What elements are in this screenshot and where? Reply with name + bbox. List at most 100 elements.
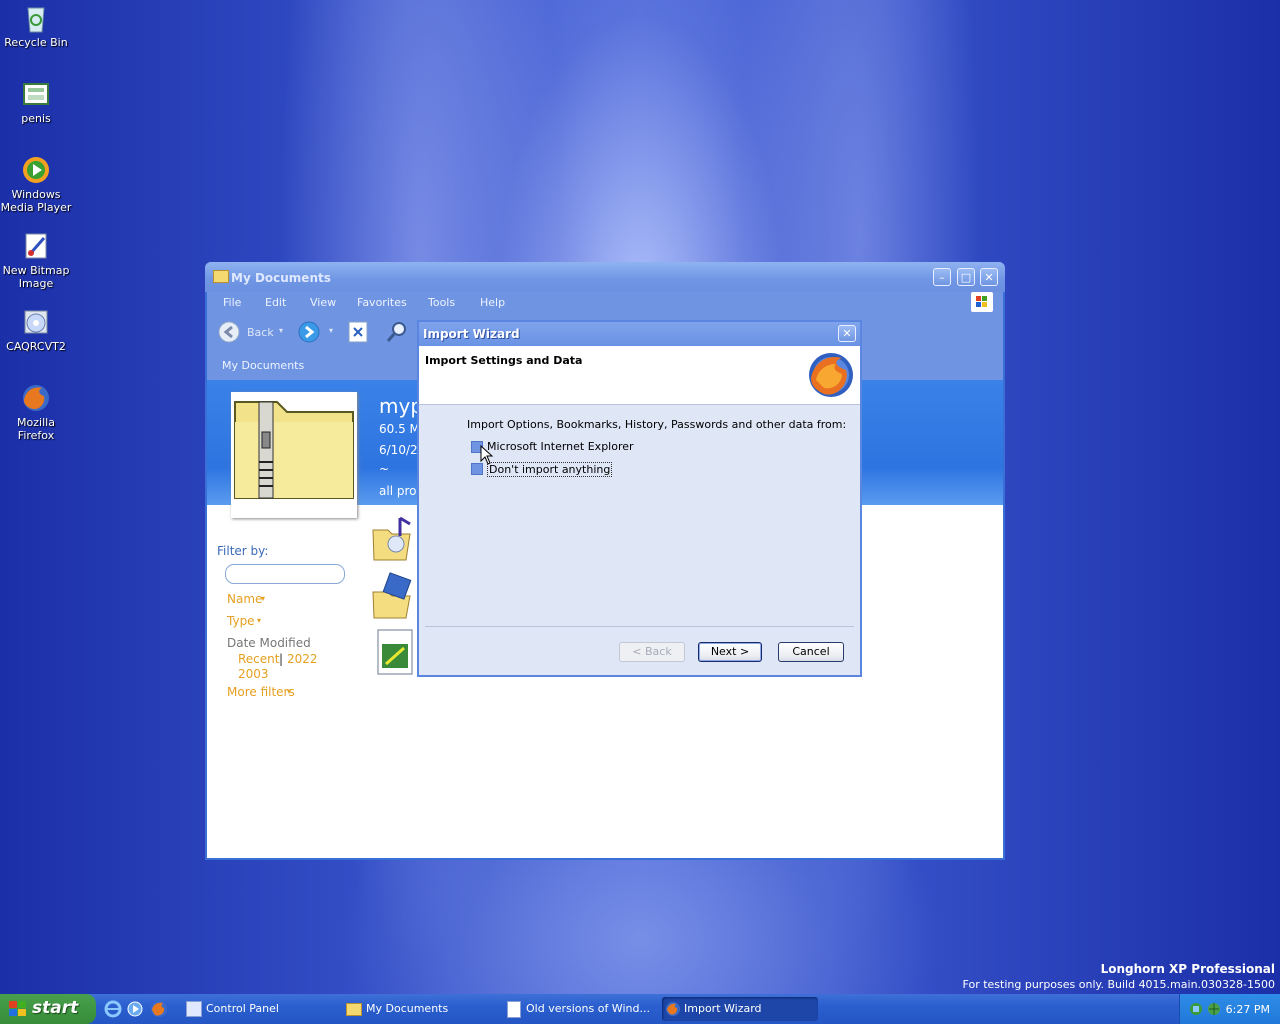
desktop-icon-caqrcvt2[interactable]: CAQRCVT2 — [0, 306, 72, 353]
chevron-down-icon: ▾ — [329, 326, 334, 335]
desktop-icon-label: New Bitmap Image — [2, 264, 70, 290]
edition-text: Longhorn XP Professional — [1100, 962, 1275, 976]
menu-tools[interactable]: Tools — [428, 296, 455, 309]
option-label: Don't import anything — [487, 462, 613, 477]
search-icon[interactable] — [385, 320, 409, 344]
globe-icon[interactable] — [1206, 1001, 1222, 1017]
filter-2022-link[interactable]: 2022 — [287, 652, 318, 666]
filter-more-link[interactable]: More filters — [227, 685, 295, 699]
selected-file-thumbnail[interactable] — [231, 392, 357, 518]
desktop-icon-penis[interactable]: penis — [0, 78, 72, 125]
minimize-button[interactable]: – — [933, 268, 951, 286]
folder-icon — [346, 1003, 362, 1016]
taskbar-item-control-panel[interactable]: Control Panel — [184, 997, 340, 1021]
taskbar-item-my-documents[interactable]: My Documents — [344, 997, 500, 1021]
filter-2003-link[interactable]: 2003 — [238, 667, 269, 681]
taskbar-item-import-wizard[interactable]: Import Wizard — [662, 997, 818, 1021]
wizard-page-title: Import Settings and Data — [425, 354, 583, 367]
desktop-icon-new-bitmap[interactable]: New Bitmap Image — [0, 230, 72, 290]
back-label: Back — [247, 326, 274, 339]
desktop-icon-label: CAQRCVT2 — [6, 340, 66, 353]
start-button[interactable]: start — [0, 994, 96, 1024]
internet-explorer-icon[interactable] — [104, 1000, 122, 1018]
desktop-icon-label: Recycle Bin — [4, 36, 68, 49]
media-player-icon — [20, 154, 52, 186]
dialog-close-button[interactable]: ✕ — [838, 325, 856, 342]
filter-separator: | — [279, 652, 284, 666]
close-button[interactable]: ✕ — [980, 268, 998, 286]
paint-icon — [20, 230, 52, 262]
maximize-button[interactable]: □ — [957, 268, 975, 286]
menu-view[interactable]: View — [310, 296, 336, 309]
task-label: My Documents — [366, 1002, 449, 1015]
wizard-body: Import Options, Bookmarks, History, Pass… — [419, 405, 860, 627]
desktop-icon-media-player[interactable]: Windows Media Player — [0, 154, 72, 214]
desktop-icon-label: penis — [21, 112, 51, 125]
build-text: For testing purposes only. Build 4015.ma… — [962, 978, 1275, 991]
import-source-prompt: Import Options, Bookmarks, History, Pass… — [467, 418, 847, 431]
menu-file[interactable]: File — [223, 296, 241, 309]
filter-recent-link[interactable]: Recent — [238, 652, 279, 666]
address-text: My Documents — [222, 359, 305, 372]
system-tray: 6:27 PM — [1179, 994, 1280, 1024]
music-folder-icon[interactable] — [370, 514, 416, 564]
desktop-icon-recycle-bin[interactable]: Recycle Bin — [0, 2, 72, 49]
windows-flag-icon — [9, 1001, 26, 1016]
wizard-header: Import Settings and Data — [419, 346, 860, 405]
firefox-icon — [20, 382, 52, 414]
dialog-title-bar[interactable]: Import Wizard ✕ — [419, 322, 860, 346]
recycle-bin-icon — [20, 2, 52, 34]
control-panel-icon — [186, 1001, 202, 1017]
selected-file-size: 60.5 M — [379, 422, 420, 436]
network-icon[interactable] — [1188, 1001, 1204, 1017]
cd-icon — [20, 306, 52, 338]
back-arrow-icon — [218, 321, 240, 343]
delete-icon[interactable] — [347, 320, 369, 344]
chevron-down-icon: ▾ — [287, 687, 292, 696]
window-title-bar[interactable]: My Documents – □ ✕ — [205, 262, 1005, 292]
filter-input[interactable] — [225, 564, 345, 584]
import-wizard-dialog[interactable]: Import Wizard ✕ Import Settings and Data… — [417, 320, 862, 677]
cancel-button[interactable]: Cancel — [778, 642, 844, 662]
firefox-icon — [666, 1002, 680, 1016]
forward-arrow-icon[interactable] — [297, 320, 321, 344]
next-button[interactable]: Next > — [698, 642, 762, 662]
window-title: My Documents — [231, 271, 331, 285]
media-player-icon[interactable] — [126, 1000, 144, 1018]
menu-bar: File Edit View Favorites Tools Help — [207, 292, 1003, 314]
selected-file-date: 6/10/2 — [379, 443, 418, 457]
menu-edit[interactable]: Edit — [265, 296, 286, 309]
back-button[interactable]: < Back — [619, 642, 685, 662]
bitmap-file-icon — [20, 78, 52, 110]
desktop-icon-firefox[interactable]: Mozilla Firefox — [0, 382, 72, 442]
desktop-icon-label: Windows Media Player — [0, 188, 72, 214]
filter-name-link[interactable]: Name — [227, 592, 262, 606]
clock: 6:27 PM — [1225, 1003, 1270, 1016]
mouse-cursor-icon — [480, 445, 494, 465]
document-icon — [507, 1001, 521, 1018]
taskbar: start Control Panel My Documents Old ver… — [0, 994, 1280, 1024]
image-file-icon[interactable] — [374, 628, 420, 678]
taskbar-item-old-versions[interactable]: Old versions of Wind... — [504, 997, 660, 1021]
dialog-title: Import Wizard — [423, 327, 520, 341]
back-button[interactable]: Back ▾ — [217, 320, 287, 344]
menu-help[interactable]: Help — [480, 296, 505, 309]
windows-logo-icon — [971, 292, 993, 312]
menu-favorites[interactable]: Favorites — [357, 296, 407, 309]
desktop: Recycle Bin penis Windows Media Player N… — [0, 0, 1280, 994]
button-separator — [425, 626, 854, 627]
filter-type-link[interactable]: Type — [227, 614, 255, 628]
firefox-icon[interactable] — [150, 1000, 168, 1018]
filter-by-label: Filter by: — [217, 544, 269, 558]
start-label: start — [32, 998, 79, 1018]
chevron-down-icon: ▾ — [279, 326, 284, 335]
chevron-down-icon: ▾ — [261, 594, 266, 603]
desktop-icon-label: Mozilla Firefox — [17, 416, 55, 442]
zip-folder-icon — [234, 401, 354, 499]
selected-file-extra: ~ — [379, 462, 390, 476]
pictures-folder-icon[interactable] — [370, 572, 416, 622]
chevron-down-icon: ▾ — [257, 616, 262, 625]
filter-date-modified-label: Date Modified — [227, 636, 311, 650]
task-label: Import Wizard — [684, 1002, 762, 1015]
option-label: Microsoft Internet Explorer — [487, 440, 634, 453]
